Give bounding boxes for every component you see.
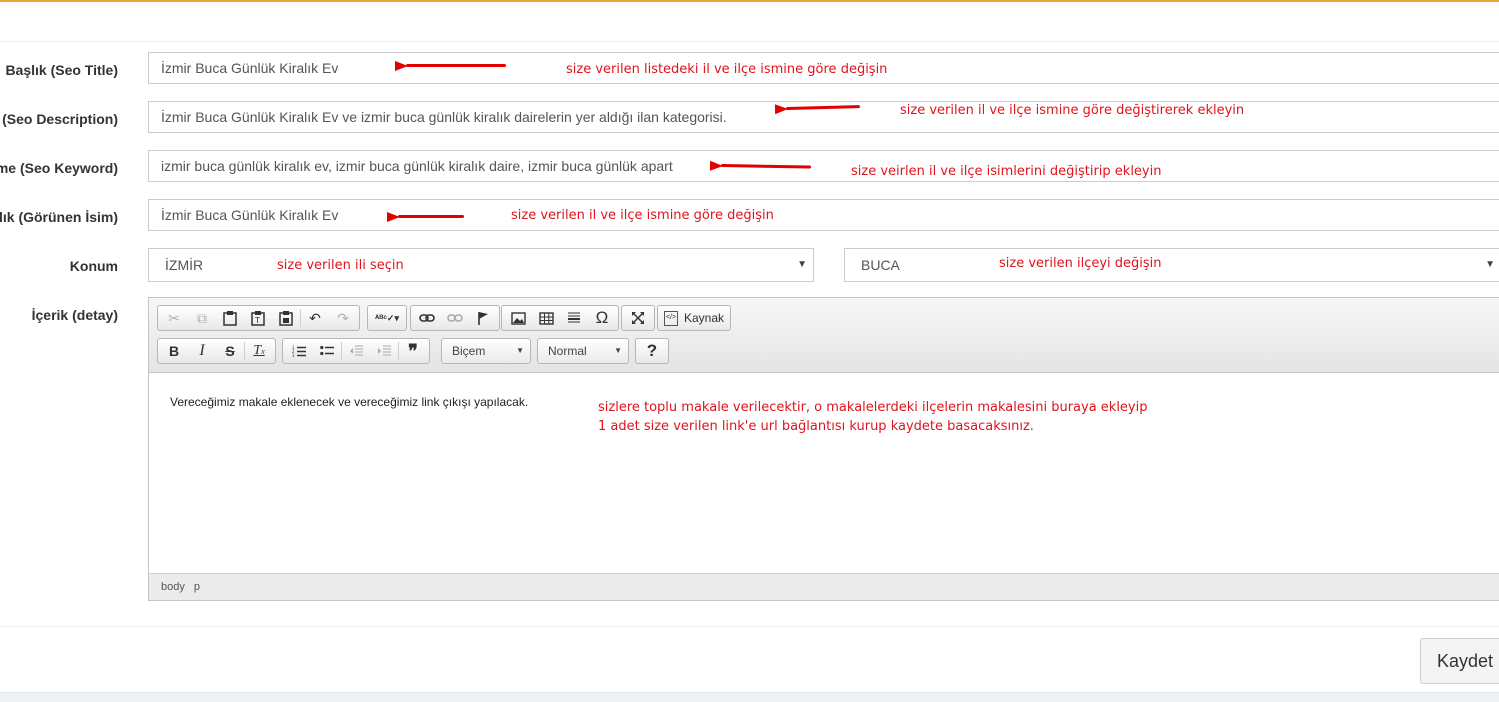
seo-keyword-input[interactable]: izmir buca günlük kiralık ev, izmir buca… — [148, 150, 1499, 182]
help-group: ? — [635, 338, 669, 364]
redo-icon[interactable]: ↷ — [329, 306, 357, 330]
remove-format-icon[interactable]: Tx — [245, 339, 273, 363]
maximize-group — [621, 305, 655, 331]
seo-title-value: İzmir Buca Günlük Kiralık Ev — [161, 60, 338, 76]
chevron-down-icon: ▼ — [1485, 249, 1495, 281]
chevron-down-icon: ▼ — [516, 339, 524, 363]
display-name-input[interactable]: İzmir Buca Günlük Kiralık Ev — [148, 199, 1499, 231]
insert-group: Ω — [501, 305, 619, 331]
content-label: İçerik (detay) — [32, 306, 118, 324]
display-name-label: lık (Görünen İsim) — [0, 208, 118, 226]
chevron-down-icon: ▼ — [797, 249, 807, 281]
paragraph-combo[interactable]: Normal ▼ — [537, 338, 629, 364]
paste-icon[interactable] — [216, 306, 244, 330]
link-group — [410, 305, 500, 331]
numbered-list-icon[interactable]: 123 — [285, 339, 313, 363]
path-item-p[interactable]: p — [194, 581, 200, 593]
district-select[interactable]: BUCA ▼ — [844, 248, 1499, 282]
link-icon[interactable] — [413, 306, 441, 330]
clipboard-group: ✂ ⧉ T ↶ ↷ — [157, 305, 360, 331]
format-combo[interactable]: Biçem ▼ — [441, 338, 531, 364]
strike-icon[interactable]: S — [216, 339, 244, 363]
city-note: size verilen ili seçin — [277, 257, 404, 275]
save-button[interactable]: Kaydet — [1420, 638, 1499, 684]
anchor-icon[interactable] — [469, 306, 497, 330]
chevron-down-icon: ▼ — [614, 339, 622, 363]
seo-title-label: Başlık (Seo Title) — [5, 61, 118, 79]
editor-path-bar: bodyp — [149, 573, 1499, 600]
seo-keyword-note: size veirlen il ve ilçe isimlerini değiş… — [851, 163, 1161, 181]
seo-description-label: (Seo Description) — [2, 110, 118, 128]
horizontal-rule-icon[interactable] — [560, 306, 588, 330]
source-icon: </> — [664, 311, 678, 326]
seo-keyword-value: izmir buca günlük kiralık ev, izmir buca… — [161, 158, 673, 174]
bullet-list-icon[interactable] — [313, 339, 341, 363]
svg-text:T: T — [254, 316, 260, 325]
list-group: 123 ❞ — [282, 338, 430, 364]
image-icon[interactable] — [504, 306, 532, 330]
path-item-body[interactable]: body — [161, 581, 185, 593]
maximize-icon[interactable] — [624, 306, 652, 330]
content-note-line1: sizlere toplu makale verilecektir, o mak… — [598, 399, 1148, 417]
rich-text-editor: ✂ ⧉ T ↶ ↷ ᴬᴮᶜ✓▾ — [148, 297, 1499, 601]
header-divider — [0, 41, 1499, 42]
help-button[interactable]: ? — [638, 339, 666, 363]
unlink-icon[interactable] — [441, 306, 469, 330]
format-combo-label: Biçem — [452, 344, 485, 358]
editor-toolbar: ✂ ⧉ T ↶ ↷ ᴬᴮᶜ✓▾ — [149, 298, 1499, 373]
outdent-icon[interactable] — [342, 339, 370, 363]
district-note: size verilen ilçeyi değişin — [999, 255, 1162, 273]
bold-icon[interactable]: B — [160, 339, 188, 363]
svg-text:3: 3 — [292, 353, 295, 357]
seo-title-note: size verilen listedeki il ve ilçe ismine… — [566, 61, 887, 79]
basic-styles-group: B I S Tx — [157, 338, 276, 364]
table-icon[interactable] — [532, 306, 560, 330]
district-selected-value: BUCA — [861, 257, 900, 273]
source-button[interactable]: </> Kaynak — [657, 305, 731, 331]
spellcheck-group: ᴬᴮᶜ✓▾ — [367, 305, 407, 331]
blockquote-icon[interactable]: ❞ — [399, 339, 427, 363]
cut-icon[interactable]: ✂ — [160, 306, 188, 330]
display-name-note: size verilen il ve ilçe ismine göre deği… — [511, 207, 774, 225]
paste-word-icon[interactable] — [272, 306, 300, 330]
footer-divider — [0, 626, 1499, 627]
source-label: Kaynak — [684, 311, 724, 325]
special-char-icon[interactable]: Ω — [588, 306, 616, 330]
top-accent-line — [0, 0, 1499, 2]
copy-icon[interactable]: ⧉ — [188, 306, 216, 330]
indent-icon[interactable] — [370, 339, 398, 363]
paste-text-icon[interactable]: T — [244, 306, 272, 330]
city-selected-value: İZMİR — [165, 257, 203, 273]
seo-keyword-label: me (Seo Keyword) — [0, 159, 118, 177]
location-label: Konum — [70, 257, 118, 275]
content-note-line2: 1 adet size verilen link'e url bağlantıs… — [598, 418, 1034, 436]
italic-icon[interactable]: I — [188, 339, 216, 363]
paragraph-combo-label: Normal — [548, 344, 587, 358]
spellcheck-icon[interactable]: ᴬᴮᶜ✓▾ — [370, 306, 404, 330]
editor-body-text: Vereceğimiz makale eklenecek ve vereceği… — [170, 395, 528, 409]
city-select[interactable]: İZMİR ▼ — [148, 248, 814, 282]
undo-icon[interactable]: ↶ — [301, 306, 329, 330]
seo-description-note: size verilen il ve ilçe ismine göre deği… — [900, 102, 1244, 120]
display-name-value: İzmir Buca Günlük Kiralık Ev — [161, 207, 338, 223]
seo-description-value: İzmir Buca Günlük Kiralık Ev ve izmir bu… — [161, 109, 727, 125]
